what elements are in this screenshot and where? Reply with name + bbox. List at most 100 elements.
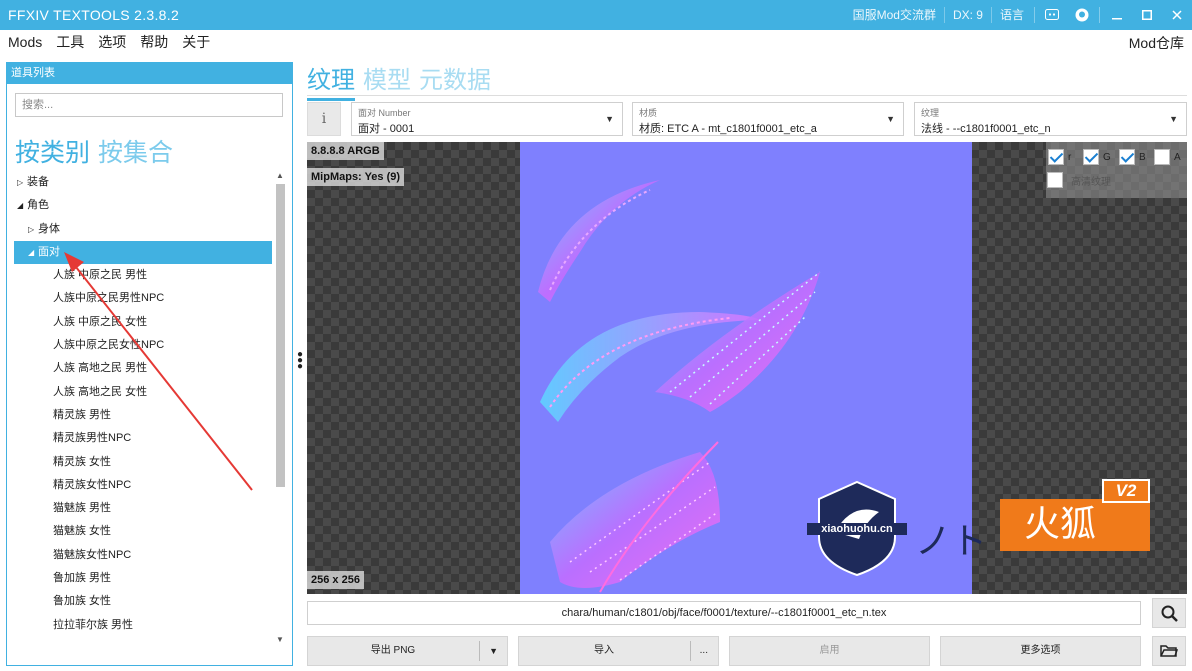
tree-item-category[interactable]: ▷ 装备 — [14, 171, 272, 194]
export-png-label: 导出 PNG — [370, 645, 416, 656]
watermark-xiao-glyph: ノト — [915, 521, 988, 562]
menu-mods[interactable]: Mods — [0, 34, 49, 50]
tree-item-race[interactable]: 人族 中原之民 女性 — [14, 311, 272, 334]
tree-item-label: 精灵族 女性 — [53, 455, 112, 468]
github-icon[interactable] — [1067, 0, 1097, 30]
tree-item-race[interactable]: 精灵族女性NPC — [14, 474, 272, 497]
hd-texture-toggle[interactable]: 高清纹理 — [1047, 172, 1111, 188]
chevron-down-icon: ▼ — [886, 114, 895, 124]
material-select[interactable]: 材质 材质: ETC A - mt_c1801f0001_etc_a ▼ — [632, 102, 904, 136]
texture-path-field[interactable]: chara/human/c1801/obj/face/f0001/texture… — [307, 601, 1141, 625]
search-path-button[interactable] — [1152, 598, 1186, 628]
tab-by-set[interactable]: 按集合 — [98, 139, 173, 167]
channel-r-toggle[interactable]: r — [1048, 149, 1071, 165]
tree-item-race[interactable]: 人族中原之民男性NPC — [14, 287, 272, 310]
tree-item-label: 猫魅族女性NPC — [53, 548, 132, 561]
channel-a-toggle[interactable]: A — [1154, 149, 1181, 165]
tree-scrollbar[interactable]: ▲ ▼ — [274, 171, 286, 647]
tree-item-label: 人族 中原之民 女性 — [53, 315, 148, 328]
checkbox-icon[interactable] — [1047, 172, 1063, 188]
panel-resize-grip[interactable]: ● ● ● — [297, 350, 303, 372]
menu-help[interactable]: 帮助 — [133, 32, 175, 52]
chevron-down-icon: ▼ — [605, 114, 614, 124]
tab-by-category[interactable]: 按类别 — [15, 139, 90, 167]
maximize-icon[interactable] — [1132, 0, 1162, 30]
info-button[interactable]: i — [307, 102, 341, 136]
checkbox-icon[interactable] — [1048, 149, 1064, 165]
expanded-arrow-icon[interactable]: ◢ — [28, 241, 38, 264]
discord-icon[interactable] — [1037, 0, 1067, 30]
tree-item-race[interactable]: 人族 高地之民 女性 — [14, 381, 272, 404]
face-number-value: 面对 - 0001 — [358, 123, 415, 135]
tree-item-label: 精灵族 男性 — [53, 408, 112, 421]
checkbox-icon[interactable] — [1083, 149, 1099, 165]
tree-item-race[interactable]: 人族 高地之民 男性 — [14, 357, 272, 380]
tree-item-race[interactable]: 人族中原之民女性NPC — [14, 334, 272, 357]
close-icon[interactable] — [1162, 0, 1192, 30]
tree-item-label: 身体 — [38, 222, 60, 235]
mipmaps-badge: MipMaps: Yes (9) — [307, 168, 405, 186]
watermark-logo: xiaohuohu.cn — [807, 477, 907, 577]
channel-b-toggle[interactable]: B — [1119, 149, 1146, 165]
watermark-brand-box: 火狐 — [1000, 499, 1150, 551]
open-folder-button[interactable] — [1152, 636, 1186, 666]
language-button[interactable]: 语言 — [990, 7, 1032, 23]
import-more-button[interactable]: ... — [700, 637, 708, 665]
tree-item-race[interactable]: 鲁加族 男性 — [14, 567, 272, 590]
checkbox-icon[interactable] — [1154, 149, 1170, 165]
menu-options[interactable]: 选项 — [91, 32, 133, 52]
scroll-down-icon[interactable]: ▼ — [274, 635, 286, 647]
tree-item-race[interactable]: 拉拉菲尔族 男性 — [14, 614, 272, 637]
tree-item-label: 精灵族女性NPC — [53, 478, 132, 491]
tree-item-label: 鲁加族 女性 — [53, 595, 112, 608]
tree-item-race[interactable]: 猫魅族女性NPC — [14, 544, 272, 567]
item-list-panel: 道具列表 搜索... 按类别 按集合 ▷ 装备 ◢ 角色 ▷ 身体 ◢ 面对 人族 中原之民 男性… — [6, 62, 293, 666]
scroll-thumb[interactable] — [276, 184, 285, 487]
menu-tools[interactable]: 工具 — [49, 32, 91, 52]
tree-item-race[interactable]: 精灵族 女性 — [14, 451, 272, 474]
mod-repository-button[interactable]: Mod仓库 — [1129, 33, 1184, 53]
channel-g-toggle[interactable]: G — [1083, 149, 1111, 165]
checkbox-icon[interactable] — [1119, 149, 1135, 165]
tree-item-race[interactable]: 人族 中原之民 男性 — [14, 264, 272, 287]
texture-select[interactable]: 纹理 法线 - --c1801f0001_etc_n ▼ — [914, 102, 1187, 136]
face-number-select[interactable]: 面对 Number 面对 - 0001 ▼ — [351, 102, 623, 136]
material-label: 材质 — [639, 108, 658, 118]
tree-item-label: 人族中原之民女性NPC — [53, 339, 165, 352]
item-tree: ▷ 装备 ◢ 角色 ▷ 身体 ◢ 面对 人族 中原之民 男性 人族中原之民男性NPC 人族 中原之民… — [14, 171, 272, 637]
tree-item-race[interactable]: 鲁加族 女性 — [14, 590, 272, 613]
minimize-icon[interactable] — [1102, 0, 1132, 30]
dx-toggle[interactable]: DX: 9 — [943, 7, 991, 23]
tree-item-race[interactable]: 精灵族男性NPC — [14, 427, 272, 450]
menu-about[interactable]: 关于 — [175, 32, 217, 52]
export-png-button[interactable]: 导出 PNG ▼ — [307, 636, 508, 666]
scroll-up-icon[interactable]: ▲ — [274, 171, 286, 183]
texture-value: 法线 - --c1801f0001_etc_n — [921, 123, 1051, 135]
enable-button[interactable]: 启用 — [729, 636, 930, 666]
tree-item-label: 面对 — [38, 245, 60, 258]
more-options-button[interactable]: 更多选项 — [940, 636, 1141, 666]
tree-item-category[interactable]: ◢ 面对 — [14, 240, 272, 265]
tree-item-race[interactable]: 精灵族 男性 — [14, 404, 272, 427]
tree-item-race[interactable]: 猫魅族 男性 — [14, 497, 272, 520]
channel-panel: r G B A 高清纹理 — [1046, 142, 1187, 198]
collapsed-arrow-icon[interactable]: ▷ — [28, 218, 38, 241]
tree-item-label: 拉拉菲尔族 男性 — [53, 618, 134, 631]
import-button[interactable]: 导入 ... — [518, 636, 719, 666]
collapsed-arrow-icon[interactable]: ▷ — [17, 171, 27, 194]
tree-item-label: 人族 高地之民 男性 — [53, 362, 148, 375]
tree-item-label: 鲁加族 男性 — [53, 572, 112, 585]
import-label: 导入 — [594, 645, 614, 656]
tree-item-race[interactable]: 猫魅族 女性 — [14, 520, 272, 543]
chevron-down-icon: ▼ — [1169, 114, 1178, 124]
tree-item-category[interactable]: ▷ 身体 — [14, 218, 272, 241]
chevron-down-icon[interactable]: ▼ — [489, 637, 498, 665]
qq-group-link[interactable]: 国服Mod交流群 — [845, 7, 944, 23]
expanded-arrow-icon[interactable]: ◢ — [17, 194, 27, 217]
tree-item-label: 人族 高地之民 女性 — [53, 385, 148, 398]
tree-item-category[interactable]: ◢ 角色 — [14, 194, 272, 217]
search-input[interactable]: 搜索... — [15, 93, 283, 117]
texture-viewer[interactable]: 8.8.8.8 ARGB MipMaps: Yes (9) 256 x 256 … — [307, 142, 1187, 594]
tree-item-label: 精灵族男性NPC — [53, 432, 132, 445]
tree-item-label: 角色 — [27, 199, 49, 212]
